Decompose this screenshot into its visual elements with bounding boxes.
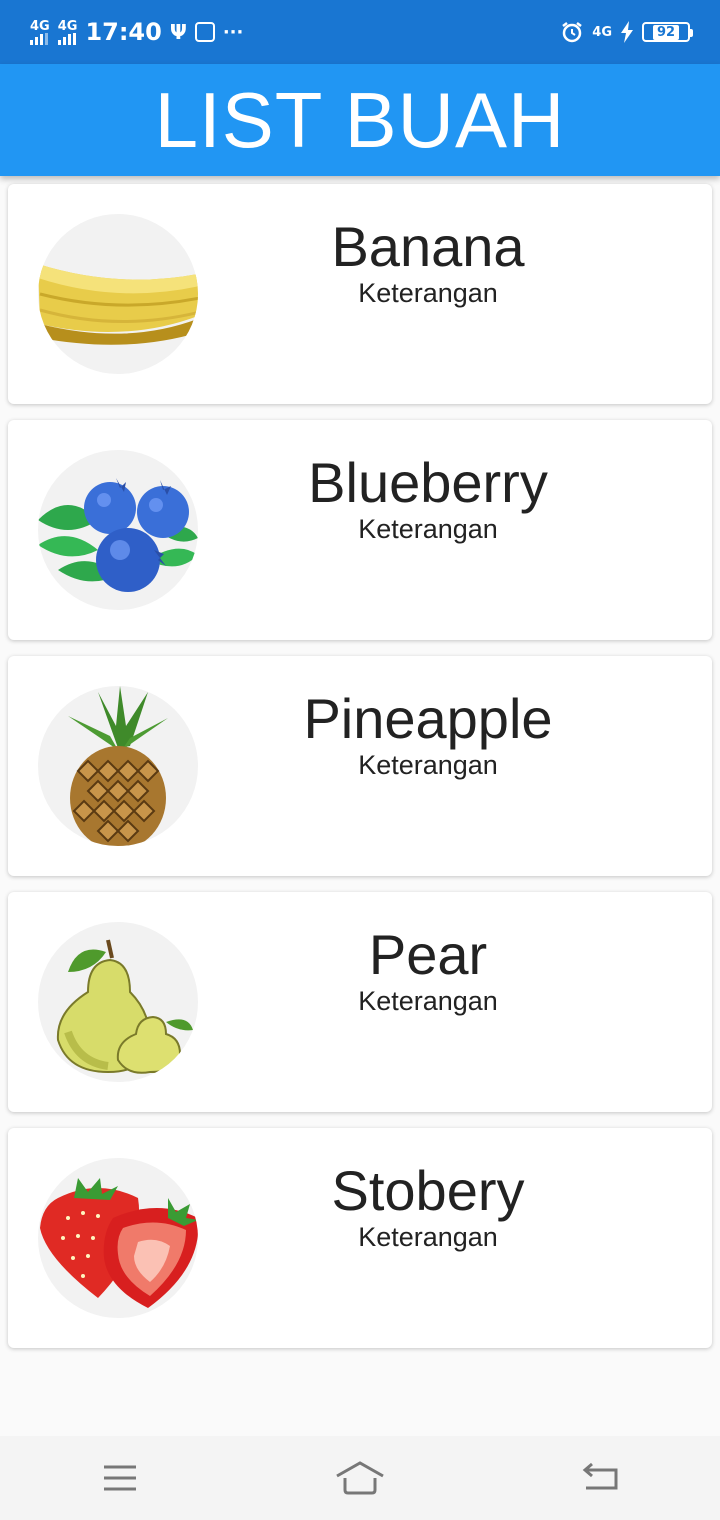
- fruit-list: Banana Keterangan Blueberry Keterangan P…: [8, 184, 712, 1364]
- card-text: Pineapple Keterangan: [238, 688, 618, 781]
- card-text: Blueberry Keterangan: [238, 452, 618, 545]
- list-item-pear[interactable]: Pear Keterangan: [8, 892, 712, 1112]
- back-icon: [582, 1462, 618, 1490]
- battery-level: 92: [652, 24, 680, 40]
- fruit-name: Pear: [368, 923, 488, 986]
- fruit-description: Keterangan: [358, 749, 498, 780]
- status-left: 4G 4G 17:40 Ψ ···: [30, 18, 243, 46]
- list-item-banana[interactable]: Banana Keterangan: [8, 184, 712, 404]
- fruit-name: Banana: [331, 215, 525, 278]
- list-item-strawberry[interactable]: Stobery Keterangan: [8, 1128, 712, 1348]
- back-button[interactable]: [570, 1448, 630, 1508]
- usb-icon: Ψ: [169, 20, 187, 44]
- status-right: 4G 92: [560, 20, 693, 44]
- status-bar: 4G 4G 17:40 Ψ ··· 4G 92: [0, 0, 720, 64]
- app-bar: LIST BUAH: [0, 64, 720, 176]
- fruit-name: Stobery: [331, 1159, 525, 1222]
- usb-debug-icon: [194, 22, 215, 42]
- clock: 17:40: [85, 18, 162, 46]
- card-text: Stobery Keterangan: [238, 1160, 618, 1253]
- home-icon: [336, 1461, 384, 1495]
- list-item-pineapple[interactable]: Pineapple Keterangan: [8, 656, 712, 876]
- signal-icon-2: 4G: [57, 18, 78, 45]
- alarm-icon: [562, 22, 583, 43]
- navigation-bar: [0, 1436, 720, 1520]
- blueberry-icon: [38, 450, 198, 610]
- charging-icon: [621, 21, 633, 43]
- card-text: Pear Keterangan: [238, 924, 618, 1017]
- fruit-description: Keterangan: [358, 277, 498, 308]
- menu-button[interactable]: [90, 1448, 150, 1508]
- strawberry-icon: [38, 1158, 198, 1318]
- home-button[interactable]: [330, 1448, 390, 1508]
- fruit-description: Keterangan: [358, 1221, 498, 1252]
- page-title: LIST BUAH: [154, 75, 566, 164]
- pineapple-icon: [38, 686, 198, 846]
- fruit-name: Blueberry: [308, 451, 548, 514]
- list-item-blueberry[interactable]: Blueberry Keterangan: [8, 420, 712, 640]
- network-type-1: 4G: [30, 18, 50, 34]
- network-type-2: 4G: [57, 18, 78, 34]
- signal-icon: 4G: [30, 20, 50, 45]
- more-notifications-icon: ···: [222, 21, 244, 43]
- fruit-description: Keterangan: [358, 513, 498, 544]
- battery-icon: 92: [642, 22, 693, 42]
- banana-icon: [38, 214, 198, 374]
- fruit-description: Keterangan: [358, 985, 498, 1016]
- fruit-name: Pineapple: [303, 687, 553, 750]
- network-type-3: 4G: [592, 24, 612, 40]
- pear-icon: [38, 922, 198, 1082]
- menu-icon: [104, 1465, 136, 1491]
- card-text: Banana Keterangan: [238, 216, 618, 309]
